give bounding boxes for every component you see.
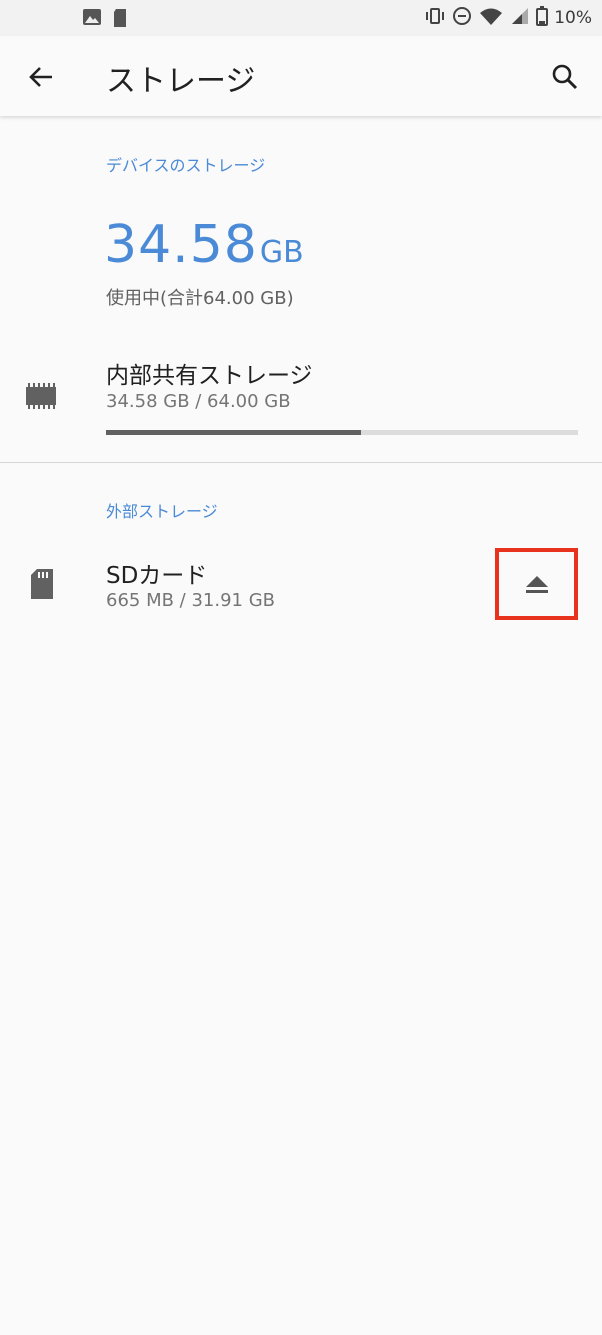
device-storage-header: デバイスのストレージ	[106, 156, 266, 175]
do-not-disturb-icon	[452, 6, 472, 30]
battery-percent: 10%	[554, 8, 592, 28]
internal-storage-progress-bar	[106, 430, 578, 435]
image-icon	[82, 8, 102, 32]
search-icon	[552, 64, 578, 90]
used-storage-caption: 使用中(合計64.00 GB)	[106, 288, 294, 309]
back-button[interactable]	[22, 58, 60, 96]
external-storage-header: 外部ストレージ	[106, 502, 218, 521]
status-bar-notifications	[82, 8, 128, 32]
sd-card-title[interactable]: SDカード	[106, 556, 207, 590]
battery-icon	[536, 6, 549, 30]
app-bar: ストレージ	[0, 36, 602, 116]
memory-chip-icon	[24, 382, 58, 414]
sd-card-icon	[29, 568, 55, 604]
search-button[interactable]	[546, 58, 584, 96]
page-title: ストレージ	[106, 64, 256, 99]
arrow-back-icon	[29, 67, 52, 87]
vibrate-icon	[424, 7, 446, 29]
used-storage-unit: GB	[259, 235, 304, 270]
internal-storage-title[interactable]: 内部共有ストレージ	[106, 356, 313, 390]
section-divider	[0, 462, 602, 463]
sd-card-icon	[112, 8, 128, 32]
status-bar: 10%	[0, 0, 602, 36]
eject-button[interactable]	[495, 548, 578, 620]
used-storage-value: 34.58	[104, 215, 258, 275]
status-bar-system: 10%	[424, 6, 592, 30]
used-storage-summary: 34.58GB	[104, 215, 304, 275]
sd-card-summary: 665 MB / 31.91 GB	[106, 590, 276, 611]
cell-signal-icon	[510, 6, 530, 30]
internal-storage-progress-fill	[106, 430, 361, 435]
wifi-icon	[478, 6, 504, 30]
eject-icon	[525, 576, 548, 593]
internal-storage-summary: 34.58 GB / 64.00 GB	[106, 391, 291, 412]
